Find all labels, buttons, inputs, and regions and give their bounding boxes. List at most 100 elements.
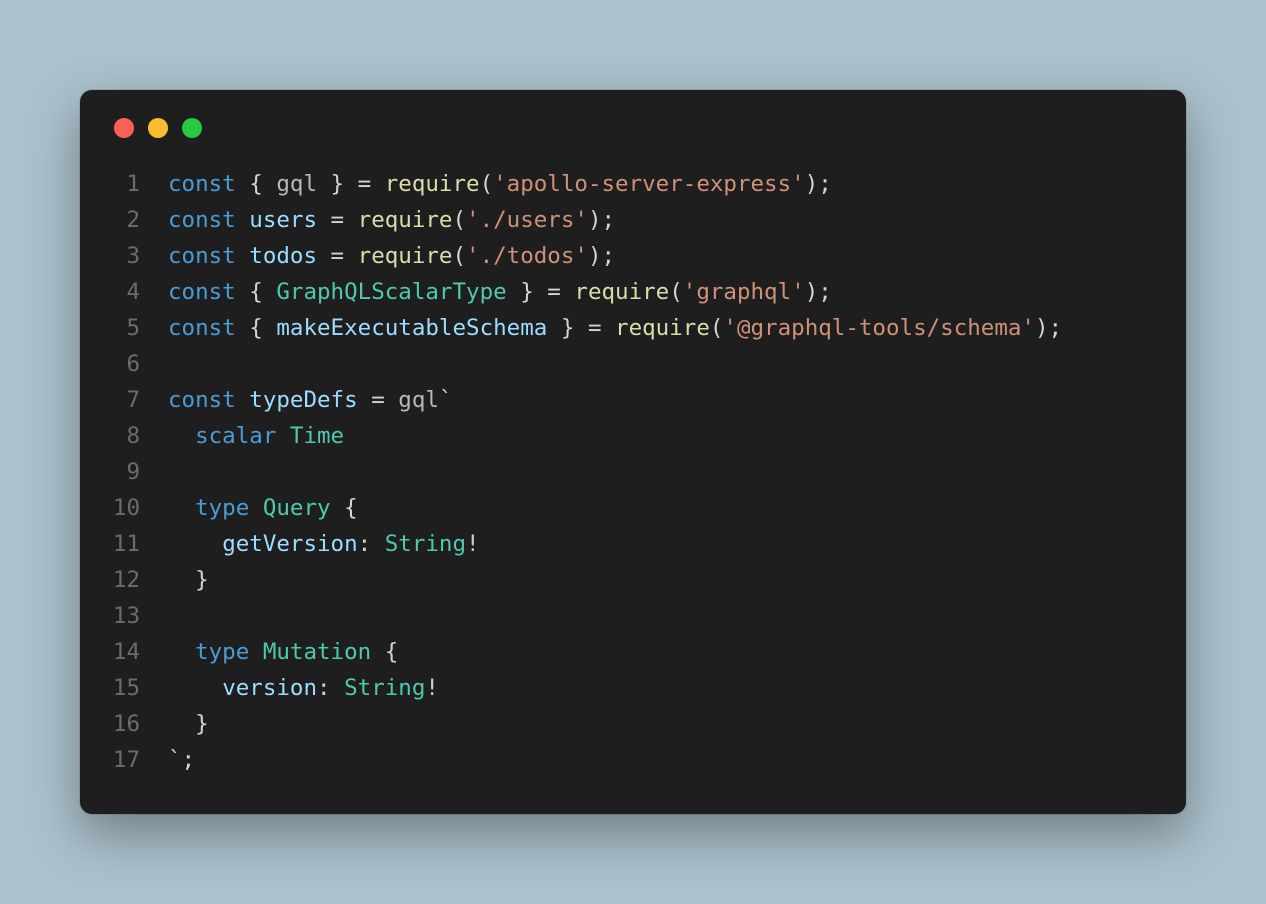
line-number: 6 <box>108 346 168 382</box>
code-token: String <box>385 531 466 557</box>
close-icon[interactable] <box>114 118 134 138</box>
code-token: ); <box>588 243 615 269</box>
line-content: const { makeExecutableSchema } = require… <box>168 310 1062 346</box>
code-line: 13 <box>108 598 1158 634</box>
line-content: const { gql } = require('apollo-server-e… <box>168 166 832 202</box>
code-token: } <box>168 711 209 737</box>
code-token: gql <box>276 171 317 197</box>
code-line: 12 } <box>108 562 1158 598</box>
line-content: type Query { <box>168 490 358 526</box>
code-token: { <box>236 279 277 305</box>
code-token: const <box>168 243 236 269</box>
code-token: ( <box>710 315 724 341</box>
line-number: 13 <box>108 598 168 634</box>
line-content: const typeDefs = gql` <box>168 382 452 418</box>
line-number: 12 <box>108 562 168 598</box>
code-token: { <box>236 315 277 341</box>
code-token: Query <box>263 495 331 521</box>
code-token <box>249 639 263 665</box>
code-token: todos <box>249 243 317 269</box>
line-content: const { GraphQLScalarType } = require('g… <box>168 274 832 310</box>
code-token: 'apollo-server-express' <box>493 171 805 197</box>
line-number: 1 <box>108 166 168 202</box>
code-window: 1const { gql } = require('apollo-server-… <box>80 90 1186 814</box>
code-token: ); <box>805 171 832 197</box>
code-token: scalar <box>195 423 276 449</box>
code-token: ` <box>439 387 453 413</box>
line-number: 15 <box>108 670 168 706</box>
line-content: type Mutation { <box>168 634 398 670</box>
code-line: 5const { makeExecutableSchema } = requir… <box>108 310 1158 346</box>
line-number: 10 <box>108 490 168 526</box>
minimize-icon[interactable] <box>148 118 168 138</box>
line-number: 5 <box>108 310 168 346</box>
code-token: ! <box>425 675 439 701</box>
code-token: } <box>168 567 209 593</box>
code-token: ( <box>480 171 494 197</box>
code-line: 4const { GraphQLScalarType } = require('… <box>108 274 1158 310</box>
code-token: Time <box>290 423 344 449</box>
line-number: 17 <box>108 742 168 778</box>
code-token: : <box>317 675 344 701</box>
code-token: const <box>168 279 236 305</box>
line-number: 8 <box>108 418 168 454</box>
code-token: const <box>168 315 236 341</box>
code-token: require <box>385 171 480 197</box>
line-number: 16 <box>108 706 168 742</box>
code-token: ( <box>669 279 683 305</box>
line-number: 9 <box>108 454 168 490</box>
code-token: makeExecutableSchema <box>276 315 547 341</box>
code-token: = <box>358 387 399 413</box>
code-token: './todos' <box>466 243 588 269</box>
line-number: 3 <box>108 238 168 274</box>
code-line: 7const typeDefs = gql` <box>108 382 1158 418</box>
code-token: gql <box>398 387 439 413</box>
code-line: 14 type Mutation { <box>108 634 1158 670</box>
line-number: 4 <box>108 274 168 310</box>
code-token: ); <box>805 279 832 305</box>
line-number: 14 <box>108 634 168 670</box>
code-line: 2const users = require('./users'); <box>108 202 1158 238</box>
line-content: `; <box>168 742 195 778</box>
code-line: 11 getVersion: String! <box>108 526 1158 562</box>
code-token: users <box>249 207 317 233</box>
code-token: ); <box>588 207 615 233</box>
code-token <box>168 423 195 449</box>
code-token <box>236 243 250 269</box>
code-token: const <box>168 207 236 233</box>
code-token <box>168 495 195 521</box>
code-token: require <box>574 279 669 305</box>
zoom-icon[interactable] <box>182 118 202 138</box>
code-token: getVersion <box>222 531 357 557</box>
code-line: 3const todos = require('./todos'); <box>108 238 1158 274</box>
line-number: 2 <box>108 202 168 238</box>
code-token: = <box>317 207 358 233</box>
code-token: type <box>195 495 249 521</box>
code-editor[interactable]: 1const { gql } = require('apollo-server-… <box>108 166 1158 778</box>
code-token: { <box>236 171 277 197</box>
window-titlebar <box>108 118 1158 138</box>
code-token: ( <box>452 207 466 233</box>
code-token: require <box>615 315 710 341</box>
code-token: : <box>358 531 385 557</box>
code-token: } = <box>507 279 575 305</box>
line-number: 11 <box>108 526 168 562</box>
line-content <box>168 346 182 382</box>
code-token: ( <box>452 243 466 269</box>
line-content: scalar Time <box>168 418 344 454</box>
code-line: 16 } <box>108 706 1158 742</box>
code-token: version <box>222 675 317 701</box>
code-token: } = <box>317 171 385 197</box>
line-content: version: String! <box>168 670 439 706</box>
code-token <box>236 207 250 233</box>
code-line: 1const { gql } = require('apollo-server-… <box>108 166 1158 202</box>
code-token <box>168 531 222 557</box>
code-token: Mutation <box>263 639 371 665</box>
line-content <box>168 454 182 490</box>
code-line: 6 <box>108 346 1158 382</box>
code-token: '@graphql-tools/schema' <box>723 315 1035 341</box>
line-number: 7 <box>108 382 168 418</box>
code-line: 9 <box>108 454 1158 490</box>
code-token: } = <box>547 315 615 341</box>
code-token <box>276 423 290 449</box>
